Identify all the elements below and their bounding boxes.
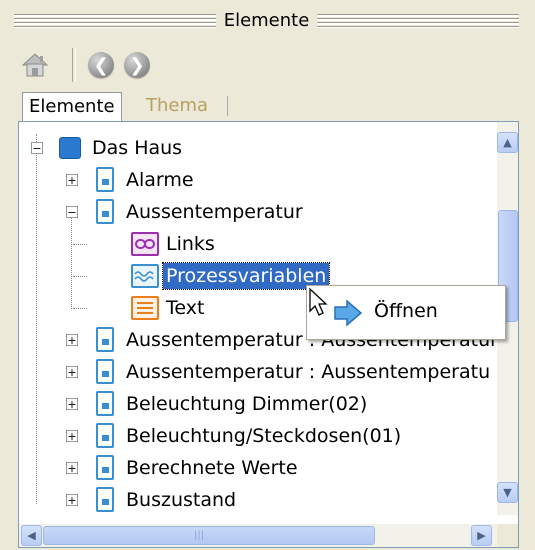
tab-elemente[interactable]: Elemente [22,92,122,122]
root-node-icon [59,137,81,159]
tree-item-label: Alarme [126,169,194,191]
tree-line [73,244,87,245]
tree-line [73,276,87,277]
context-menu: Öffnen [306,285,506,340]
tree-expander[interactable]: + [66,494,78,506]
horizontal-scroll-thumb[interactable]: ||| [43,526,375,545]
tab-thema[interactable]: Thema [140,92,214,122]
tree-item-label: Text [166,297,205,319]
tree-item-label: Aussentemperatur : Aussentemperatu [126,361,491,383]
document-icon [95,359,115,385]
tree-expander[interactable]: − [31,142,43,154]
elements-panel: Elemente ❮ ❯ Elemente Thema − Das Haus +… [0,0,535,550]
scroll-up-button[interactable]: ▲ [497,132,518,153]
forward-button[interactable]: ❯ [120,48,154,82]
back-arrow-icon: ❮ [88,52,114,78]
tree-expander[interactable]: + [66,462,78,474]
panel-title-bar[interactable]: Elemente [14,8,519,34]
tree-item-label: Das Haus [92,137,183,159]
text-lines-icon [137,302,153,314]
document-icon [95,423,115,449]
tree-item-label: Aussentemperatur [126,201,303,223]
tab-separator [227,96,228,116]
tree-line [71,212,72,309]
scroll-down-button[interactable]: ▼ [497,482,518,503]
tree-item-das-haus[interactable]: Das Haus [59,132,185,164]
house-icon [21,53,49,77]
tree-line [73,308,87,309]
tree-item-label: Prozessvariablen [161,262,331,290]
panel-title: Elemente [215,8,318,34]
document-icon [95,327,115,353]
tree-item-buszustand[interactable]: Buszustand [95,484,239,516]
document-icon [95,455,115,481]
tree-expander[interactable]: − [66,206,78,218]
tree-item-alarme[interactable]: Alarme [95,164,197,196]
text-icon [131,296,159,320]
forward-arrow-icon: ❯ [124,52,150,78]
document-icon [95,487,115,513]
scrollbar-corner [497,524,518,547]
tree-expander[interactable]: + [66,174,78,186]
tree-item-label: Buszustand [126,489,237,511]
tree-item-text[interactable]: Text [131,292,207,324]
tree-item-prozessvariablen[interactable]: Prozessvariablen [131,260,331,292]
horizontal-scrollbar[interactable]: ◀ ||| ▶ [19,524,498,547]
tree-line [36,134,37,504]
wave-icon [134,271,154,282]
tree-item-label: Beleuchtung Dimmer(02) [126,393,368,415]
tree-item-label: Links [166,233,215,255]
mouse-cursor-icon [309,288,328,316]
scroll-left-button[interactable]: ◀ [21,525,42,546]
tree-item-links[interactable]: Links [131,228,218,260]
tree-item-beleuchtung-dimmer[interactable]: Beleuchtung Dimmer(02) [95,388,370,420]
back-button[interactable]: ❮ [84,48,118,82]
open-arrow-icon [334,299,363,327]
links-icon [131,232,159,256]
tree-expander[interactable]: + [66,334,78,346]
tab-strip: Elemente Thema [22,92,522,122]
document-icon [95,391,115,417]
tree-item-aussentemperatur-3[interactable]: Aussentemperatur : Aussentemperatu [95,356,493,388]
tree-item-label: Beleuchtung/Steckdosen(01) [126,425,402,447]
toolbar-separator [72,48,76,82]
document-icon [95,199,115,225]
process-variables-icon [131,264,159,288]
menu-item-label: Öffnen [374,300,438,322]
menu-item-oeffnen[interactable]: Öffnen [307,286,505,339]
tree-expander[interactable]: + [66,366,78,378]
toolbar: ❮ ❯ [18,42,518,88]
tree-expander[interactable]: + [66,430,78,442]
home-button[interactable] [18,48,52,82]
tree-item-label: Berechnete Werte [126,457,298,479]
tree-item-beleuchtung-steckdosen[interactable]: Beleuchtung/Steckdosen(01) [95,420,404,452]
tree-item-berechnete-werte[interactable]: Berechnete Werte [95,452,301,484]
scroll-grip: ||| [194,530,205,541]
chain-icon [135,239,155,249]
scroll-right-button[interactable]: ▶ [471,525,492,546]
tree-expander[interactable]: + [66,398,78,410]
tree-item-aussentemperatur[interactable]: Aussentemperatur [95,196,306,228]
document-icon [95,167,115,193]
